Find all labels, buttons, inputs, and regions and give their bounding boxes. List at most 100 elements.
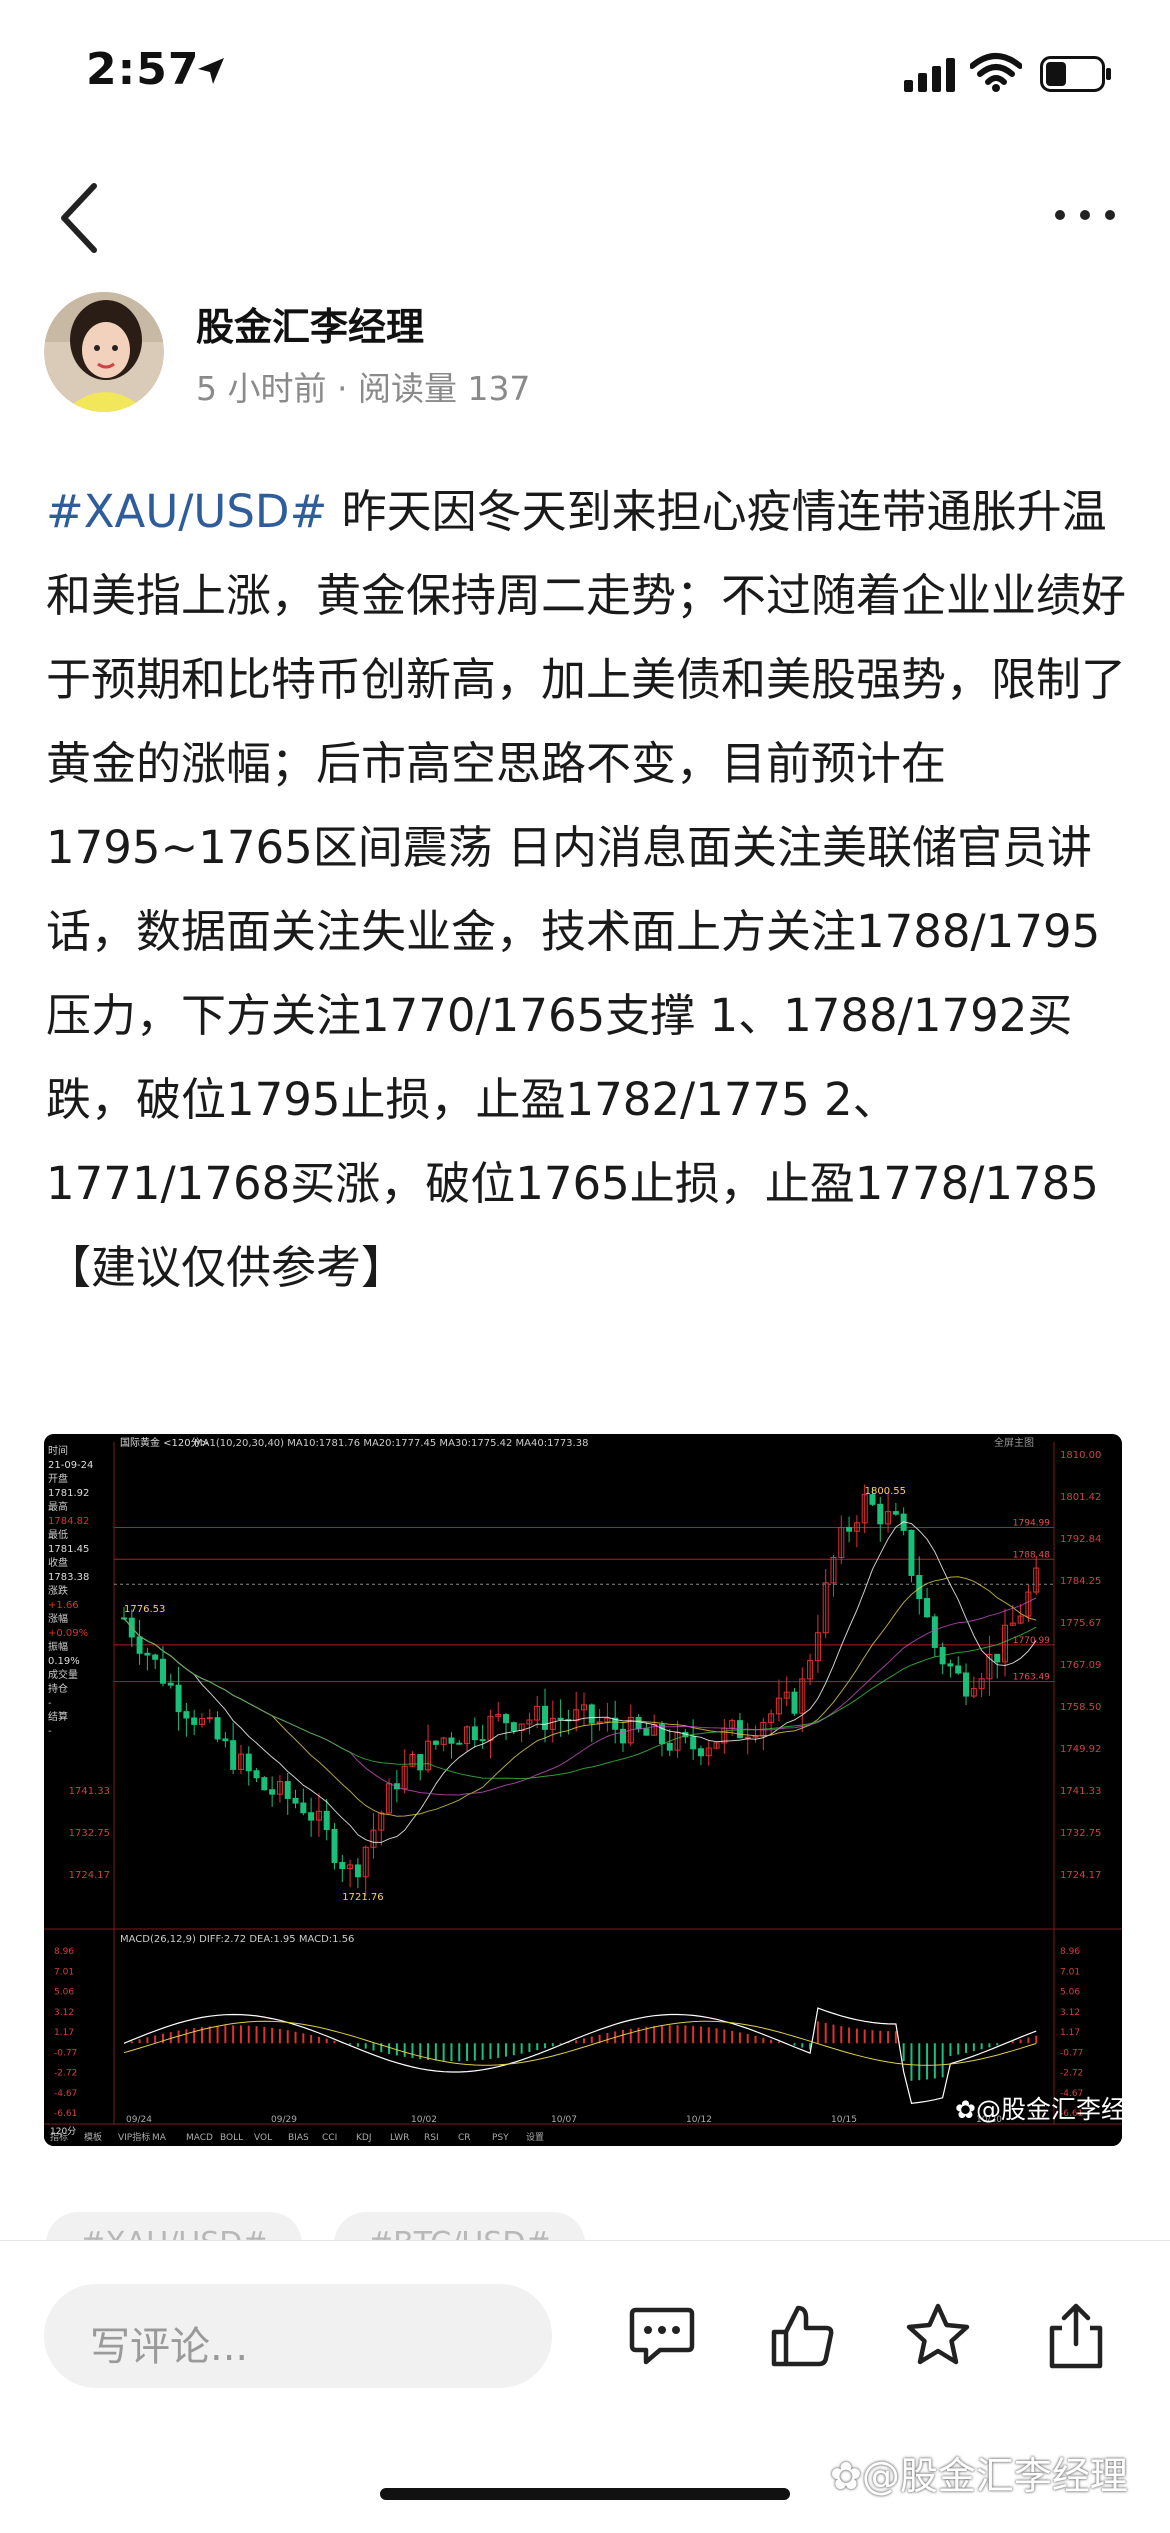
chart-image[interactable]: 国际黄金 <120分> MA1(10,20,30,40) MA10:1781.76… xyxy=(44,1434,1122,2146)
author-avatar[interactable] xyxy=(44,292,164,412)
post-body: #XAU/USD# 昨天因冬天到来担心疫情连带通胀升温和美指上涨，黄金保持周二走… xyxy=(46,470,1126,1310)
chart-info-text: 1781.45 xyxy=(48,1544,89,1555)
chart-info-text: 最低 xyxy=(48,1528,68,1541)
candlestick-chart: 国际黄金 <120分>MA1(10,20,30,40) MA10:1781.76… xyxy=(44,1434,1122,2146)
chart-macd-tick: 7.01 xyxy=(1060,1967,1080,1977)
back-button[interactable] xyxy=(50,178,110,258)
candle-body xyxy=(230,1740,237,1770)
chart-price-tick: 1767.09 xyxy=(1060,1660,1101,1671)
candle-body xyxy=(791,1691,798,1714)
comment-input[interactable]: 写评论... xyxy=(44,2284,552,2388)
chart-macd-tick: -2.72 xyxy=(1060,2069,1083,2079)
candle-body xyxy=(292,1797,299,1804)
author-name[interactable]: 股金汇李经理 xyxy=(196,296,424,351)
chart-fullscreen-label: 全屏主图 xyxy=(994,1436,1034,1449)
chart-info-text: 21-09-24 xyxy=(48,1460,93,1471)
chart-macd-tick: 5.06 xyxy=(1060,1988,1080,1998)
favorite-button[interactable] xyxy=(902,2300,974,2372)
chevron-left-icon xyxy=(61,183,97,253)
candle-body xyxy=(339,1861,346,1870)
chart-macd-text: MACD(26,12,9) DIFF:2.72 DEA:1.95 MACD:1.… xyxy=(120,1934,354,1945)
chart-price-tick: 1724.17 xyxy=(1060,1870,1101,1881)
comment-placeholder: 写评论... xyxy=(90,2324,249,2370)
candle-body xyxy=(542,1705,549,1730)
chart-info-text: - xyxy=(48,1698,52,1709)
share-icon xyxy=(1049,2303,1103,2369)
chart-price-tick: 1784.25 xyxy=(1060,1576,1101,1587)
candle-body xyxy=(308,1812,315,1821)
chart-price-tick: 1758.50 xyxy=(1060,1702,1101,1713)
chart-info-text: 开盘 xyxy=(48,1472,68,1485)
candle-body xyxy=(214,1717,221,1740)
chart-bottom-tab: BOLL xyxy=(220,2133,243,2143)
share-button[interactable] xyxy=(1040,2300,1112,2372)
candle-body xyxy=(284,1781,291,1799)
chart-date-tick: 09/29 xyxy=(271,2115,297,2125)
chart-info-text: - xyxy=(48,1726,52,1737)
candle-body xyxy=(931,1616,938,1648)
chart-bottom-tab: MA xyxy=(152,2133,167,2143)
chart-info-text: 振幅 xyxy=(48,1640,68,1653)
candle-body xyxy=(183,1711,190,1719)
chart-info-text: 时间 xyxy=(48,1444,68,1457)
chart-watermark: ✿@股金汇李经理 xyxy=(955,2095,1151,2124)
chart-macd-tick-left: -2.72 xyxy=(54,2069,77,2079)
candle-body xyxy=(471,1726,478,1741)
chart-annotation: 1721.76 xyxy=(342,1892,383,1903)
home-indicator[interactable] xyxy=(380,2488,790,2500)
candle-body xyxy=(323,1810,330,1831)
chart-bottom-tab: CR xyxy=(458,2133,471,2143)
chart-bottom-tab: MACD xyxy=(186,2133,213,2143)
candle-body xyxy=(261,1777,268,1791)
chart-bottom-tab: PSY xyxy=(492,2133,509,2143)
chart-price-tick: 1732.75 xyxy=(1060,1828,1101,1839)
status-bar: 2:57 xyxy=(0,0,1170,150)
candle-body xyxy=(666,1742,673,1751)
chart-price-tick: 1749.92 xyxy=(1060,1744,1101,1755)
chart-macd-tick-left: 8.96 xyxy=(54,1947,74,1957)
chart-date-tick: 10/07 xyxy=(551,2115,577,2125)
candle-body xyxy=(994,1653,1001,1663)
chart-price-tick: 1775.67 xyxy=(1060,1618,1101,1629)
candle-body xyxy=(152,1654,159,1660)
post-hashtag-link[interactable]: #XAU/USD# xyxy=(46,485,327,538)
chart-info-text: 成交量 xyxy=(48,1668,78,1681)
chart-info-text: 收盘 xyxy=(48,1556,68,1569)
candle-body xyxy=(846,1526,853,1532)
chart-bottom-tab: VIP指标 xyxy=(118,2131,150,2143)
chart-info-text: 1781.92 xyxy=(48,1488,89,1499)
chart-info-text: 持仓 xyxy=(48,1682,68,1695)
candle-body xyxy=(269,1789,276,1795)
chart-bottom-tab: KDJ xyxy=(356,2133,372,2143)
candle-body xyxy=(456,1742,463,1745)
candle-body xyxy=(892,1511,899,1515)
candle-body xyxy=(432,1740,439,1745)
comment-bubble-icon xyxy=(629,2307,695,2365)
chart-info-text: 1783.38 xyxy=(48,1572,89,1583)
candle-body xyxy=(354,1864,361,1878)
chart-price-tick: 1810.00 xyxy=(1060,1450,1101,1461)
star-icon xyxy=(906,2303,970,2365)
chart-level-label: 1788.48 xyxy=(1013,1550,1050,1560)
battery-icon xyxy=(1040,56,1111,92)
chart-price-tick: 1792.84 xyxy=(1060,1534,1101,1545)
more-options-button[interactable] xyxy=(1050,195,1120,235)
chart-bottom-tab: CCI xyxy=(322,2133,337,2143)
candle-body xyxy=(924,1598,931,1618)
like-button[interactable] xyxy=(766,2300,838,2372)
chart-bottom-tab: 设置 xyxy=(526,2132,544,2143)
chart-macd-tick: 1.17 xyxy=(1060,2028,1080,2038)
chart-date-tick: 10/15 xyxy=(831,2115,857,2125)
candle-body xyxy=(417,1754,424,1771)
post-meta: 5 小时前 · 阅读量 137 xyxy=(196,369,531,408)
chart-price-tick-left: 1724.17 xyxy=(69,1870,110,1881)
candle-body xyxy=(136,1636,143,1654)
cellular-signal-icon xyxy=(904,58,955,92)
comment-button[interactable] xyxy=(626,2300,698,2372)
chart-annotation: 1776.53 xyxy=(124,1604,165,1615)
footer-watermark: ✿@股金汇李经理 xyxy=(830,2454,1128,2498)
chart-info-text: 1784.82 xyxy=(48,1516,89,1527)
chart-info-text: 结算 xyxy=(48,1710,68,1723)
candle-body xyxy=(331,1829,338,1863)
candle-body xyxy=(635,1716,642,1730)
